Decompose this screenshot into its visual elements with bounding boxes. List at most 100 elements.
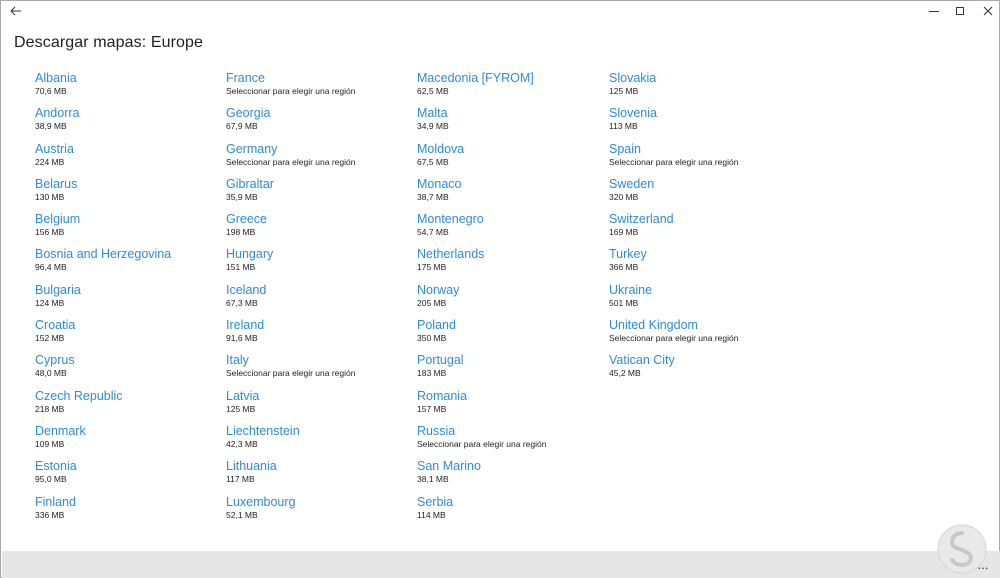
country-item[interactable]: Portugal 183 MB (417, 352, 597, 387)
country-name-link[interactable]: Greece (226, 211, 406, 227)
country-name-link[interactable]: Russia (417, 423, 597, 439)
country-name-link[interactable]: Latvia (226, 388, 406, 404)
country-name-link[interactable]: France (226, 70, 406, 86)
country-name-link[interactable]: Sweden (609, 176, 789, 192)
country-item[interactable]: France Seleccionar para elegir una región (226, 70, 406, 105)
country-name-link[interactable]: Bulgaria (35, 282, 215, 298)
country-item[interactable]: Iceland 67,3 MB (226, 282, 406, 317)
country-name-link[interactable]: Slovakia (609, 70, 789, 86)
country-item[interactable]: Switzerland 169 MB (609, 211, 789, 246)
country-item[interactable]: Georgia 67,9 MB (226, 105, 406, 140)
country-name-link[interactable]: Slovenia (609, 105, 789, 121)
country-item[interactable]: Moldova 67,5 MB (417, 141, 597, 176)
country-name-link[interactable]: Moldova (417, 141, 597, 157)
country-name-link[interactable]: Georgia (226, 105, 406, 121)
country-item[interactable]: Albania 70,6 MB (35, 70, 215, 105)
country-name-link[interactable]: Liechtenstein (226, 423, 406, 439)
country-name-link[interactable]: Ireland (226, 317, 406, 333)
country-item[interactable]: Germany Seleccionar para elegir una regió… (226, 141, 406, 176)
country-name-link[interactable]: Malta (417, 105, 597, 121)
country-item[interactable]: San Marino 38,1 MB (417, 458, 597, 493)
country-name-link[interactable]: Ukraine (609, 282, 789, 298)
country-item[interactable]: Luxembourg 52,1 MB (226, 494, 406, 529)
country-name-link[interactable]: Croatia (35, 317, 215, 333)
country-name-link[interactable]: Turkey (609, 246, 789, 262)
country-item[interactable]: Greece 198 MB (226, 211, 406, 246)
country-item[interactable]: Bosnia and Herzegovina 96,4 MB (35, 246, 215, 281)
country-name-link[interactable]: Gibraltar (226, 176, 406, 192)
country-name-link[interactable]: Iceland (226, 282, 406, 298)
country-item[interactable]: Slovakia 125 MB (609, 70, 789, 105)
country-item[interactable]: United Kingdom Seleccionar para elegir un… (609, 317, 789, 352)
country-name-link[interactable]: Norway (417, 282, 597, 298)
country-name-link[interactable]: Hungary (226, 246, 406, 262)
country-name-link[interactable]: Macedonia [FYROM] (417, 70, 597, 86)
country-name-link[interactable]: Estonia (35, 458, 215, 474)
country-name-link[interactable]: Italy (226, 352, 406, 368)
country-name-link[interactable]: Portugal (417, 352, 597, 368)
country-item[interactable]: Hungary 151 MB (226, 246, 406, 281)
country-item[interactable]: Romania 157 MB (417, 388, 597, 423)
country-name-link[interactable]: Poland (417, 317, 597, 333)
country-item[interactable]: Poland 350 MB (417, 317, 597, 352)
country-name-link[interactable]: Vatican City (609, 352, 789, 368)
country-name-link[interactable]: Luxembourg (226, 494, 406, 510)
country-item[interactable]: Norway 205 MB (417, 282, 597, 317)
country-name-link[interactable]: Albania (35, 70, 215, 86)
country-item[interactable]: Macedonia [FYROM] 62,5 MB (417, 70, 597, 105)
country-item[interactable]: Malta 34,9 MB (417, 105, 597, 140)
country-name-link[interactable]: Czech Republic (35, 388, 215, 404)
country-item[interactable]: Netherlands 175 MB (417, 246, 597, 281)
country-name-link[interactable]: Cyprus (35, 352, 215, 368)
country-item[interactable]: Gibraltar 35,9 MB (226, 176, 406, 211)
country-name-link[interactable]: Montenegro (417, 211, 597, 227)
country-name-link[interactable]: Austria (35, 141, 215, 157)
country-item[interactable]: Montenegro 54,7 MB (417, 211, 597, 246)
country-name-link[interactable]: Monaco (417, 176, 597, 192)
country-name-link[interactable]: Bosnia and Herzegovina (35, 246, 215, 262)
country-item[interactable]: Denmark 109 MB (35, 423, 215, 458)
country-item[interactable]: Andorra 38,9 MB (35, 105, 215, 140)
close-button[interactable] (973, 1, 1000, 21)
country-item[interactable]: Belarus 130 MB (35, 176, 215, 211)
country-name-link[interactable]: Serbia (417, 494, 597, 510)
more-options-button[interactable]: ... (969, 554, 997, 574)
country-item[interactable]: Ukraine 501 MB (609, 282, 789, 317)
country-name-link[interactable]: Belarus (35, 176, 215, 192)
country-item[interactable]: Lithuania 117 MB (226, 458, 406, 493)
country-item[interactable]: Vatican City 45,2 MB (609, 352, 789, 387)
country-name-link[interactable]: Romania (417, 388, 597, 404)
country-item[interactable]: Slovenia 113 MB (609, 105, 789, 140)
country-item[interactable]: Turkey 366 MB (609, 246, 789, 281)
back-button[interactable] (5, 3, 27, 19)
country-item[interactable]: Spain Seleccionar para elegir una región (609, 141, 789, 176)
country-name-link[interactable]: Denmark (35, 423, 215, 439)
country-name-link[interactable]: Finland (35, 494, 215, 510)
maximize-button[interactable] (945, 1, 975, 21)
country-name-link[interactable]: Netherlands (417, 246, 597, 262)
country-item[interactable]: Austria 224 MB (35, 141, 215, 176)
country-item[interactable]: Belgium 156 MB (35, 211, 215, 246)
country-item[interactable]: Russia Seleccionar para elegir una región (417, 423, 597, 458)
country-item[interactable]: Monaco 38,7 MB (417, 176, 597, 211)
country-item[interactable]: Cyprus 48,0 MB (35, 352, 215, 387)
country-name-link[interactable]: Switzerland (609, 211, 789, 227)
country-item[interactable]: Estonia 95,0 MB (35, 458, 215, 493)
country-item[interactable]: Sweden 320 MB (609, 176, 789, 211)
country-name-link[interactable]: San Marino (417, 458, 597, 474)
country-name-link[interactable]: Germany (226, 141, 406, 157)
country-item[interactable]: Italy Seleccionar para elegir una región (226, 352, 406, 387)
country-name-link[interactable]: Andorra (35, 105, 215, 121)
country-name-link[interactable]: Spain (609, 141, 789, 157)
country-name-link[interactable]: Belgium (35, 211, 215, 227)
country-item[interactable]: Croatia 152 MB (35, 317, 215, 352)
country-item[interactable]: Czech Republic 218 MB (35, 388, 215, 423)
country-item[interactable]: Bulgaria 124 MB (35, 282, 215, 317)
country-item[interactable]: Liechtenstein 42,3 MB (226, 423, 406, 458)
country-item[interactable]: Serbia 114 MB (417, 494, 597, 529)
country-item[interactable]: Finland 336 MB (35, 494, 215, 529)
country-name-link[interactable]: United Kingdom (609, 317, 789, 333)
country-item[interactable]: Latvia 125 MB (226, 388, 406, 423)
country-name-link[interactable]: Lithuania (226, 458, 406, 474)
country-item[interactable]: Ireland 91,6 MB (226, 317, 406, 352)
